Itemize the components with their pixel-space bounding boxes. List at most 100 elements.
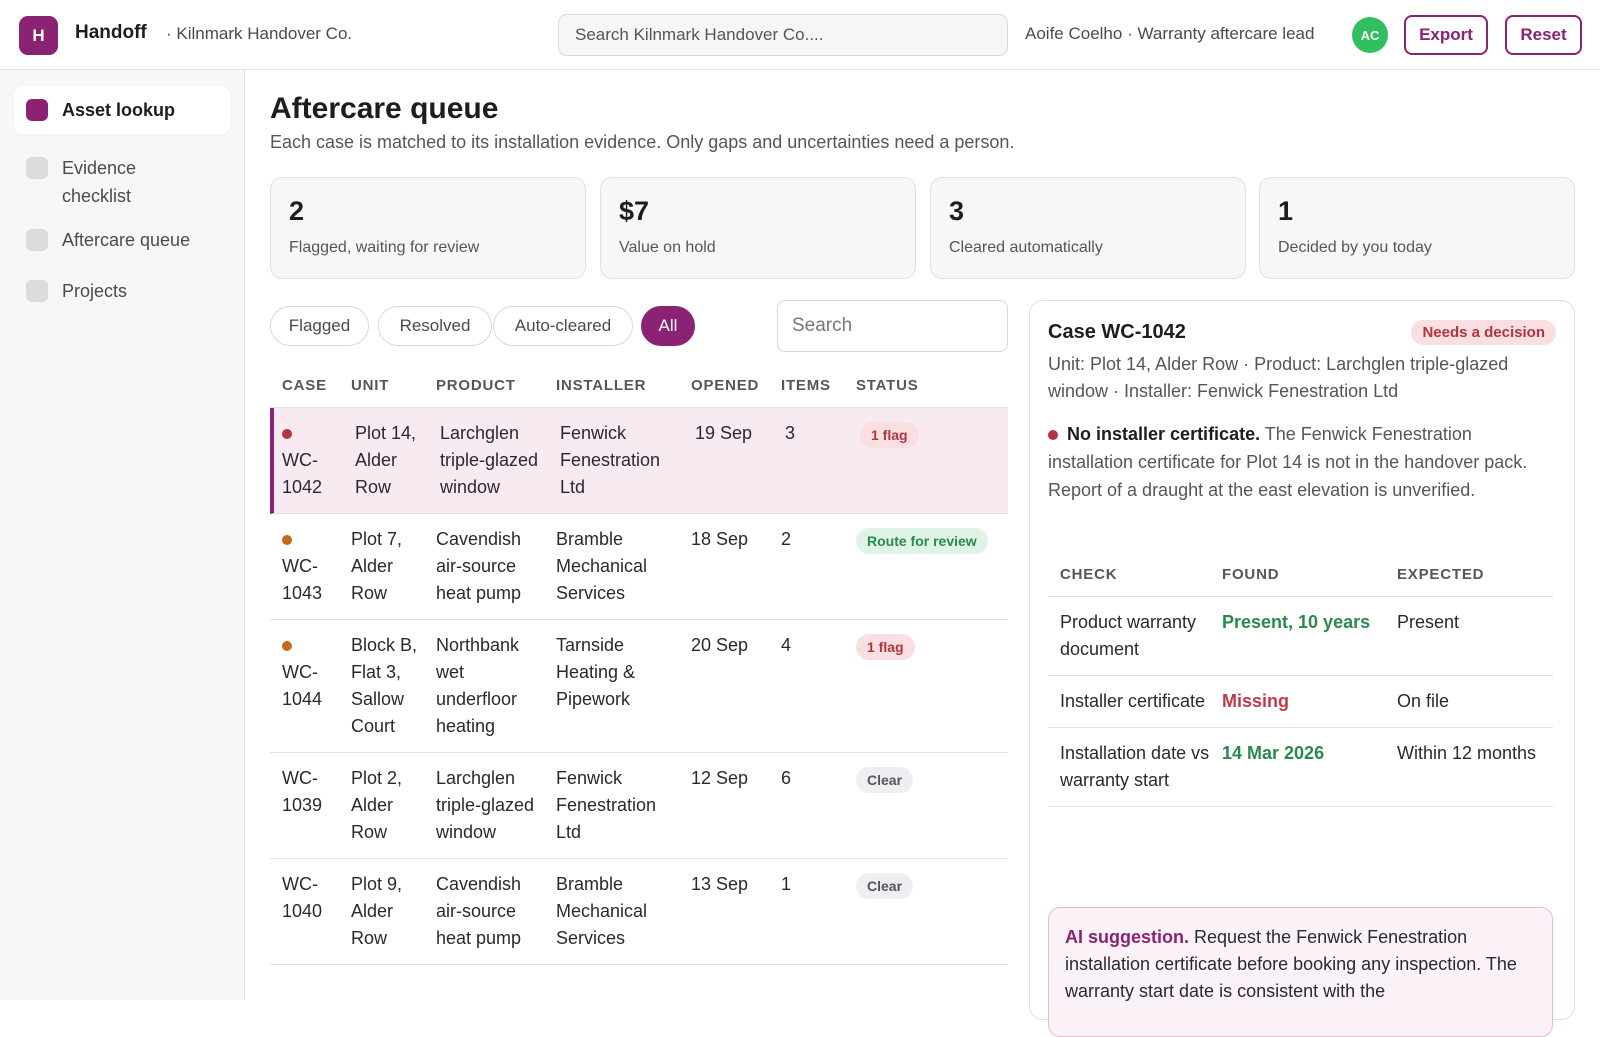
cell-items: 6 <box>781 768 792 788</box>
sidebar-item-aftercare-queue[interactable]: Aftercare queue <box>14 216 230 264</box>
check-expected: Present <box>1397 612 1460 632</box>
column-header-product[interactable]: PRODUCT <box>424 368 544 407</box>
app-logo[interactable]: H <box>19 16 58 55</box>
status-dot-icon <box>282 535 292 545</box>
status-badge: Clear <box>856 873 914 899</box>
filter-chip-resolved[interactable]: Resolved <box>378 306 492 346</box>
column-header-unit[interactable]: UNIT <box>339 368 424 407</box>
check-name: Product warranty document <box>1060 612 1197 659</box>
table-row[interactable]: WC-1043 Plot 7, Alder Row Cavendish air-so… <box>270 514 1008 620</box>
cell-items: 2 <box>781 529 792 549</box>
cell-product: Larchglen triple-glazed window <box>436 768 535 842</box>
table-header: CASE UNIT PRODUCT INSTALLER OPENED ITEMS… <box>270 368 1008 408</box>
cell-product: Cavendish air-source heat pump <box>436 874 522 948</box>
check-row: Installer certificate Missing On file <box>1048 676 1553 728</box>
cell-case: WC-1039 <box>270 753 339 858</box>
check-name: Installation date vs warranty start <box>1060 743 1210 790</box>
stat-value: 1 <box>1278 196 1294 226</box>
stat-label: Value on hold <box>619 239 716 256</box>
cell-installer: Fenwick Fenestration Ltd <box>556 768 657 842</box>
table-row[interactable]: WC-1042 Plot 14, Alder Row Larchglen tripl… <box>270 408 1008 514</box>
sidebar-item-projects[interactable]: Projects <box>14 267 230 315</box>
case-detail-panel: Case WC-1042 Needs a decision Unit: Plot… <box>1029 300 1575 1037</box>
org-name: · Kilnmark Handover Co. <box>166 24 353 43</box>
nav-square-icon <box>26 157 48 179</box>
case-id: WC-1040 <box>282 874 323 921</box>
table-row[interactable]: WC-1040 Plot 9, Alder Row Cavendish air-so… <box>270 859 1008 965</box>
cell-opened: 13 Sep <box>691 874 749 894</box>
cell-case: WC-1042 <box>274 408 343 513</box>
check-expected: Within 12 months <box>1397 743 1537 763</box>
avatar[interactable]: AC <box>1352 17 1388 53</box>
case-search-input[interactable]: Search <box>777 300 1008 352</box>
top-bar: H Handoff · Kilnmark Handover Co. Search… <box>0 0 1600 70</box>
export-button[interactable]: Export <box>1404 15 1488 55</box>
cell-case: WC-1043 <box>270 514 339 619</box>
cell-unit: Plot 9, Alder Row <box>351 874 403 948</box>
case-id: WC-1039 <box>282 768 323 815</box>
column-header-status[interactable]: STATUS <box>844 368 1004 407</box>
cell-case: WC-1044 <box>270 620 339 752</box>
cell-installer: Fenwick Fenestration Ltd <box>560 423 661 497</box>
cell-installer: Bramble Mechanical Services <box>556 874 648 948</box>
case-id: WC-1043 <box>282 556 323 603</box>
nav-square-icon <box>26 99 48 121</box>
column-header-case[interactable]: CASE <box>270 368 339 407</box>
filter-chip-all[interactable]: All <box>641 306 695 346</box>
table-body: WC-1042 Plot 14, Alder Row Larchglen tripl… <box>270 408 1008 965</box>
column-header-opened[interactable]: OPENED <box>679 368 769 407</box>
stat-label: Cleared automatically <box>949 239 1103 256</box>
stat-value: 3 <box>949 196 965 226</box>
status-dot-icon <box>282 641 292 651</box>
sidebar-item-label: Projects <box>62 281 128 301</box>
check-found: Present, 10 years <box>1222 612 1371 632</box>
cell-items: 1 <box>781 874 792 894</box>
page-title: Aftercare queue <box>270 92 499 125</box>
check-found: 14 Mar 2026 <box>1222 743 1325 763</box>
sidebar-item-asset-lookup[interactable]: Asset lookup <box>14 86 230 134</box>
case-table: CASE UNIT PRODUCT INSTALLER OPENED ITEMS… <box>270 368 1008 965</box>
cell-case: WC-1040 <box>270 859 339 964</box>
cell-product: Larchglen triple-glazed window <box>440 423 539 497</box>
stat-card-value-on-hold: $7 Value on hold <box>600 177 916 279</box>
case-detail-meta: Unit: Plot 14, Alder Row · Product: Larc… <box>1048 354 1509 401</box>
stat-label: Flagged, waiting for review <box>289 239 480 256</box>
reset-button[interactable]: Reset <box>1505 15 1582 55</box>
column-header-installer[interactable]: INSTALLER <box>544 368 679 407</box>
needs-decision-badge: Needs a decision <box>1411 320 1556 345</box>
cell-opened: 20 Sep <box>691 635 749 655</box>
filter-chip-flagged[interactable]: Flagged <box>270 306 369 346</box>
check-name: Installer certificate <box>1060 691 1206 711</box>
global-search-input[interactable]: Search Kilnmark Handover Co.... <box>558 14 1008 56</box>
cell-installer: Bramble Mechanical Services <box>556 529 648 603</box>
check-found: Missing <box>1222 691 1290 711</box>
cell-opened: 19 Sep <box>695 423 753 443</box>
sidebar: Asset lookup Evidence checklist Aftercar… <box>0 70 245 1000</box>
status-dot-icon <box>282 429 292 439</box>
table-row[interactable]: WC-1044 Block B, Flat 3, Sallow Court Nort… <box>270 620 1008 753</box>
cell-status: Clear <box>844 859 1004 964</box>
check-row: Installation date vs warranty start 14 Ma… <box>1048 728 1553 807</box>
stat-card-flagged: 2 Flagged, waiting for review <box>270 177 586 279</box>
sidebar-item-label: Evidence checklist <box>62 158 137 206</box>
check-expected: On file <box>1397 691 1450 711</box>
stat-card-decided: 1 Decided by you today <box>1259 177 1575 279</box>
page-subtitle: Each case is matched to its installation… <box>270 132 1015 152</box>
nav-square-icon <box>26 280 48 302</box>
stat-card-cleared: 3 Cleared automatically <box>930 177 1246 279</box>
table-row[interactable]: WC-1039 Plot 2, Alder Row Larchglen triple… <box>270 753 1008 859</box>
ai-suggestion-label: AI suggestion. <box>1065 927 1190 947</box>
cell-unit: Plot 7, Alder Row <box>351 529 403 603</box>
sidebar-item-evidence-checklist[interactable]: Evidence checklist <box>14 144 230 220</box>
cell-unit: Block B, Flat 3, Sallow Court <box>351 635 418 736</box>
cell-status: Clear <box>844 753 1004 858</box>
status-badge: Route for review <box>856 528 988 554</box>
column-header-found: FOUND <box>1222 566 1280 583</box>
cell-items: 4 <box>781 635 792 655</box>
filter-chip-auto-cleared[interactable]: Auto-cleared <box>493 306 633 346</box>
stat-value: 2 <box>289 196 305 226</box>
checks-header: CHECK FOUND EXPECTED <box>1048 557 1553 597</box>
cell-items: 3 <box>785 423 796 443</box>
column-header-items[interactable]: ITEMS <box>769 368 844 407</box>
status-badge: Clear <box>856 767 914 793</box>
